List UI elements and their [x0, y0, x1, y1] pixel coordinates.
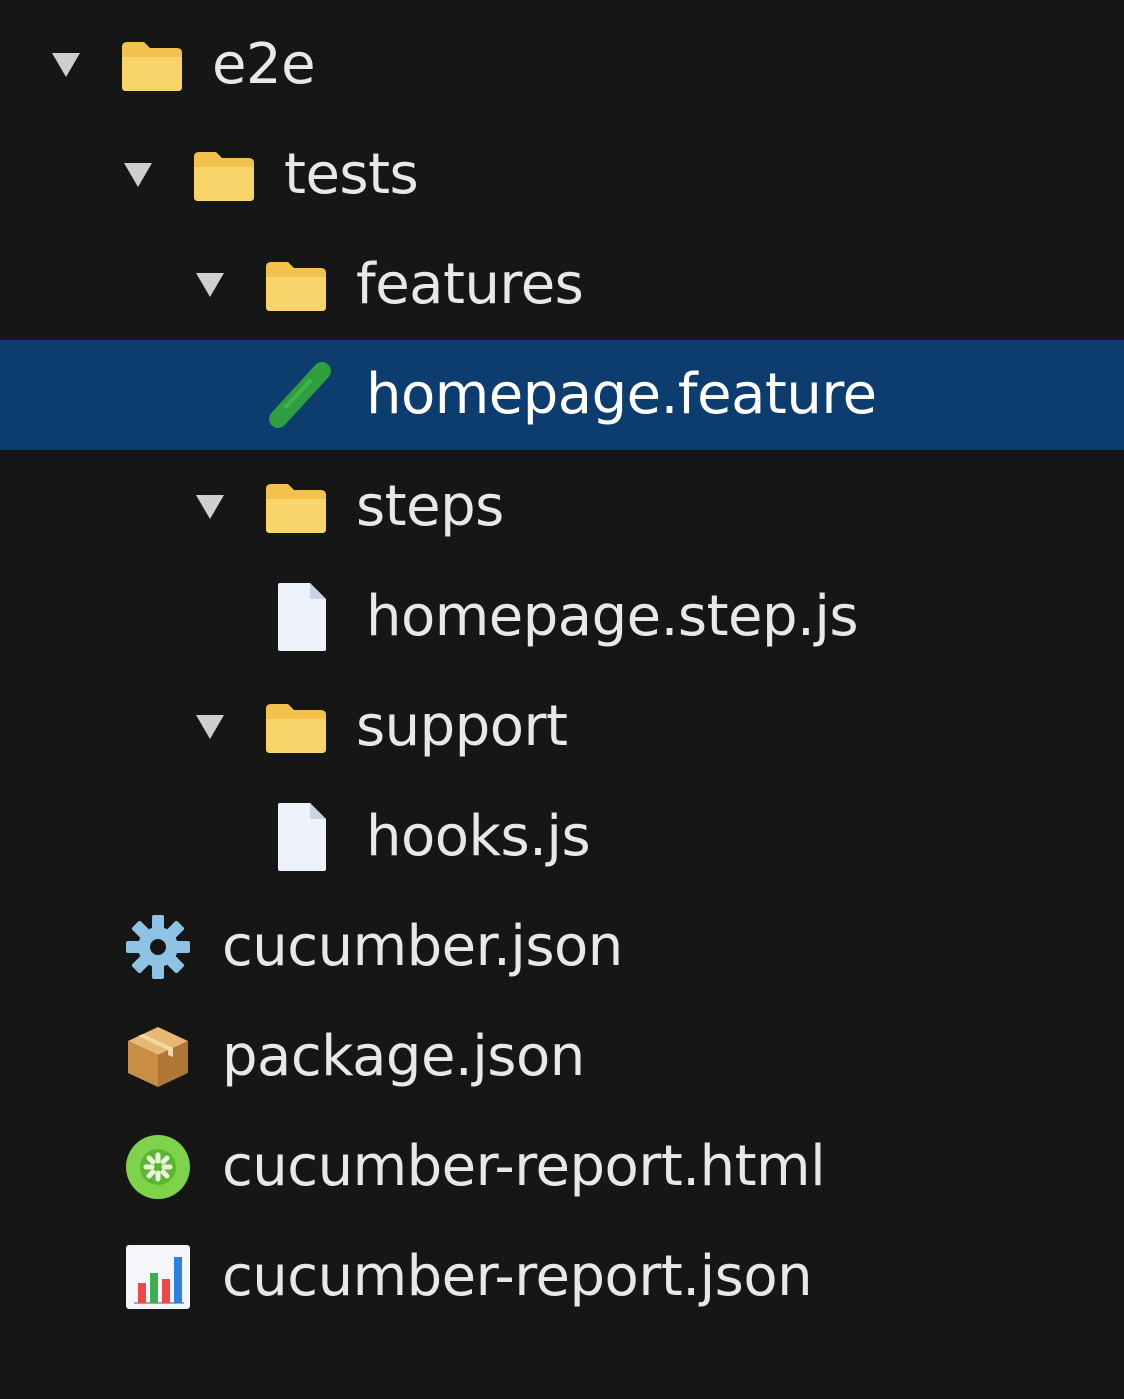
tree-item-label: tests: [284, 142, 419, 207]
tree-item-label: features: [356, 252, 584, 317]
gear-icon: [122, 911, 194, 983]
tree-item-tests[interactable]: tests: [0, 120, 1124, 230]
package-icon: [122, 1021, 194, 1093]
tree-item-label: e2e: [212, 32, 316, 97]
tree-item-label: homepage.step.js: [366, 584, 859, 649]
tree-item-e2e[interactable]: e2e: [0, 10, 1124, 120]
folder-icon: [260, 249, 332, 321]
folder-icon: [260, 691, 332, 763]
tree-item-hooks-js[interactable]: hooks.js: [0, 782, 1124, 892]
file-icon: [264, 801, 336, 873]
tree-item-label: support: [356, 694, 568, 759]
chevron-down-icon[interactable]: [116, 153, 160, 197]
folder-icon: [116, 29, 188, 101]
chevron-down-icon[interactable]: [188, 485, 232, 529]
tree-item-cucumber-report-json[interactable]: cucumber-report.json: [0, 1222, 1124, 1332]
chevron-down-icon[interactable]: [44, 43, 88, 87]
tree-item-label: homepage.feature: [366, 362, 877, 427]
tree-item-features[interactable]: features: [0, 230, 1124, 340]
file-explorer-tree: e2e tests features homepage.feature step…: [0, 0, 1124, 1399]
tree-item-cucumber-report-html[interactable]: cucumber-report.html: [0, 1112, 1124, 1222]
tree-item-package-json[interactable]: package.json: [0, 1002, 1124, 1112]
tree-item-cucumber-json[interactable]: cucumber.json: [0, 892, 1124, 1002]
tree-item-label: cucumber.json: [222, 914, 623, 979]
folder-icon: [260, 471, 332, 543]
tree-item-support[interactable]: support: [0, 672, 1124, 782]
tree-item-homepage-feature[interactable]: homepage.feature: [0, 340, 1124, 450]
chevron-down-icon[interactable]: [188, 705, 232, 749]
tree-item-label: hooks.js: [366, 804, 591, 869]
tree-item-label: cucumber-report.html: [222, 1134, 826, 1199]
tree-item-label: cucumber-report.json: [222, 1244, 813, 1309]
chevron-down-icon[interactable]: [188, 263, 232, 307]
cucumber-icon: [122, 1131, 194, 1203]
tree-item-steps[interactable]: steps: [0, 452, 1124, 562]
bar-chart-icon: [122, 1241, 194, 1313]
tree-item-homepage-step-js[interactable]: homepage.step.js: [0, 562, 1124, 672]
tree-item-label: package.json: [222, 1024, 585, 1089]
folder-icon: [188, 139, 260, 211]
tree-item-label: steps: [356, 474, 504, 539]
cucumber-feature-icon: [264, 359, 336, 431]
file-icon: [264, 581, 336, 653]
